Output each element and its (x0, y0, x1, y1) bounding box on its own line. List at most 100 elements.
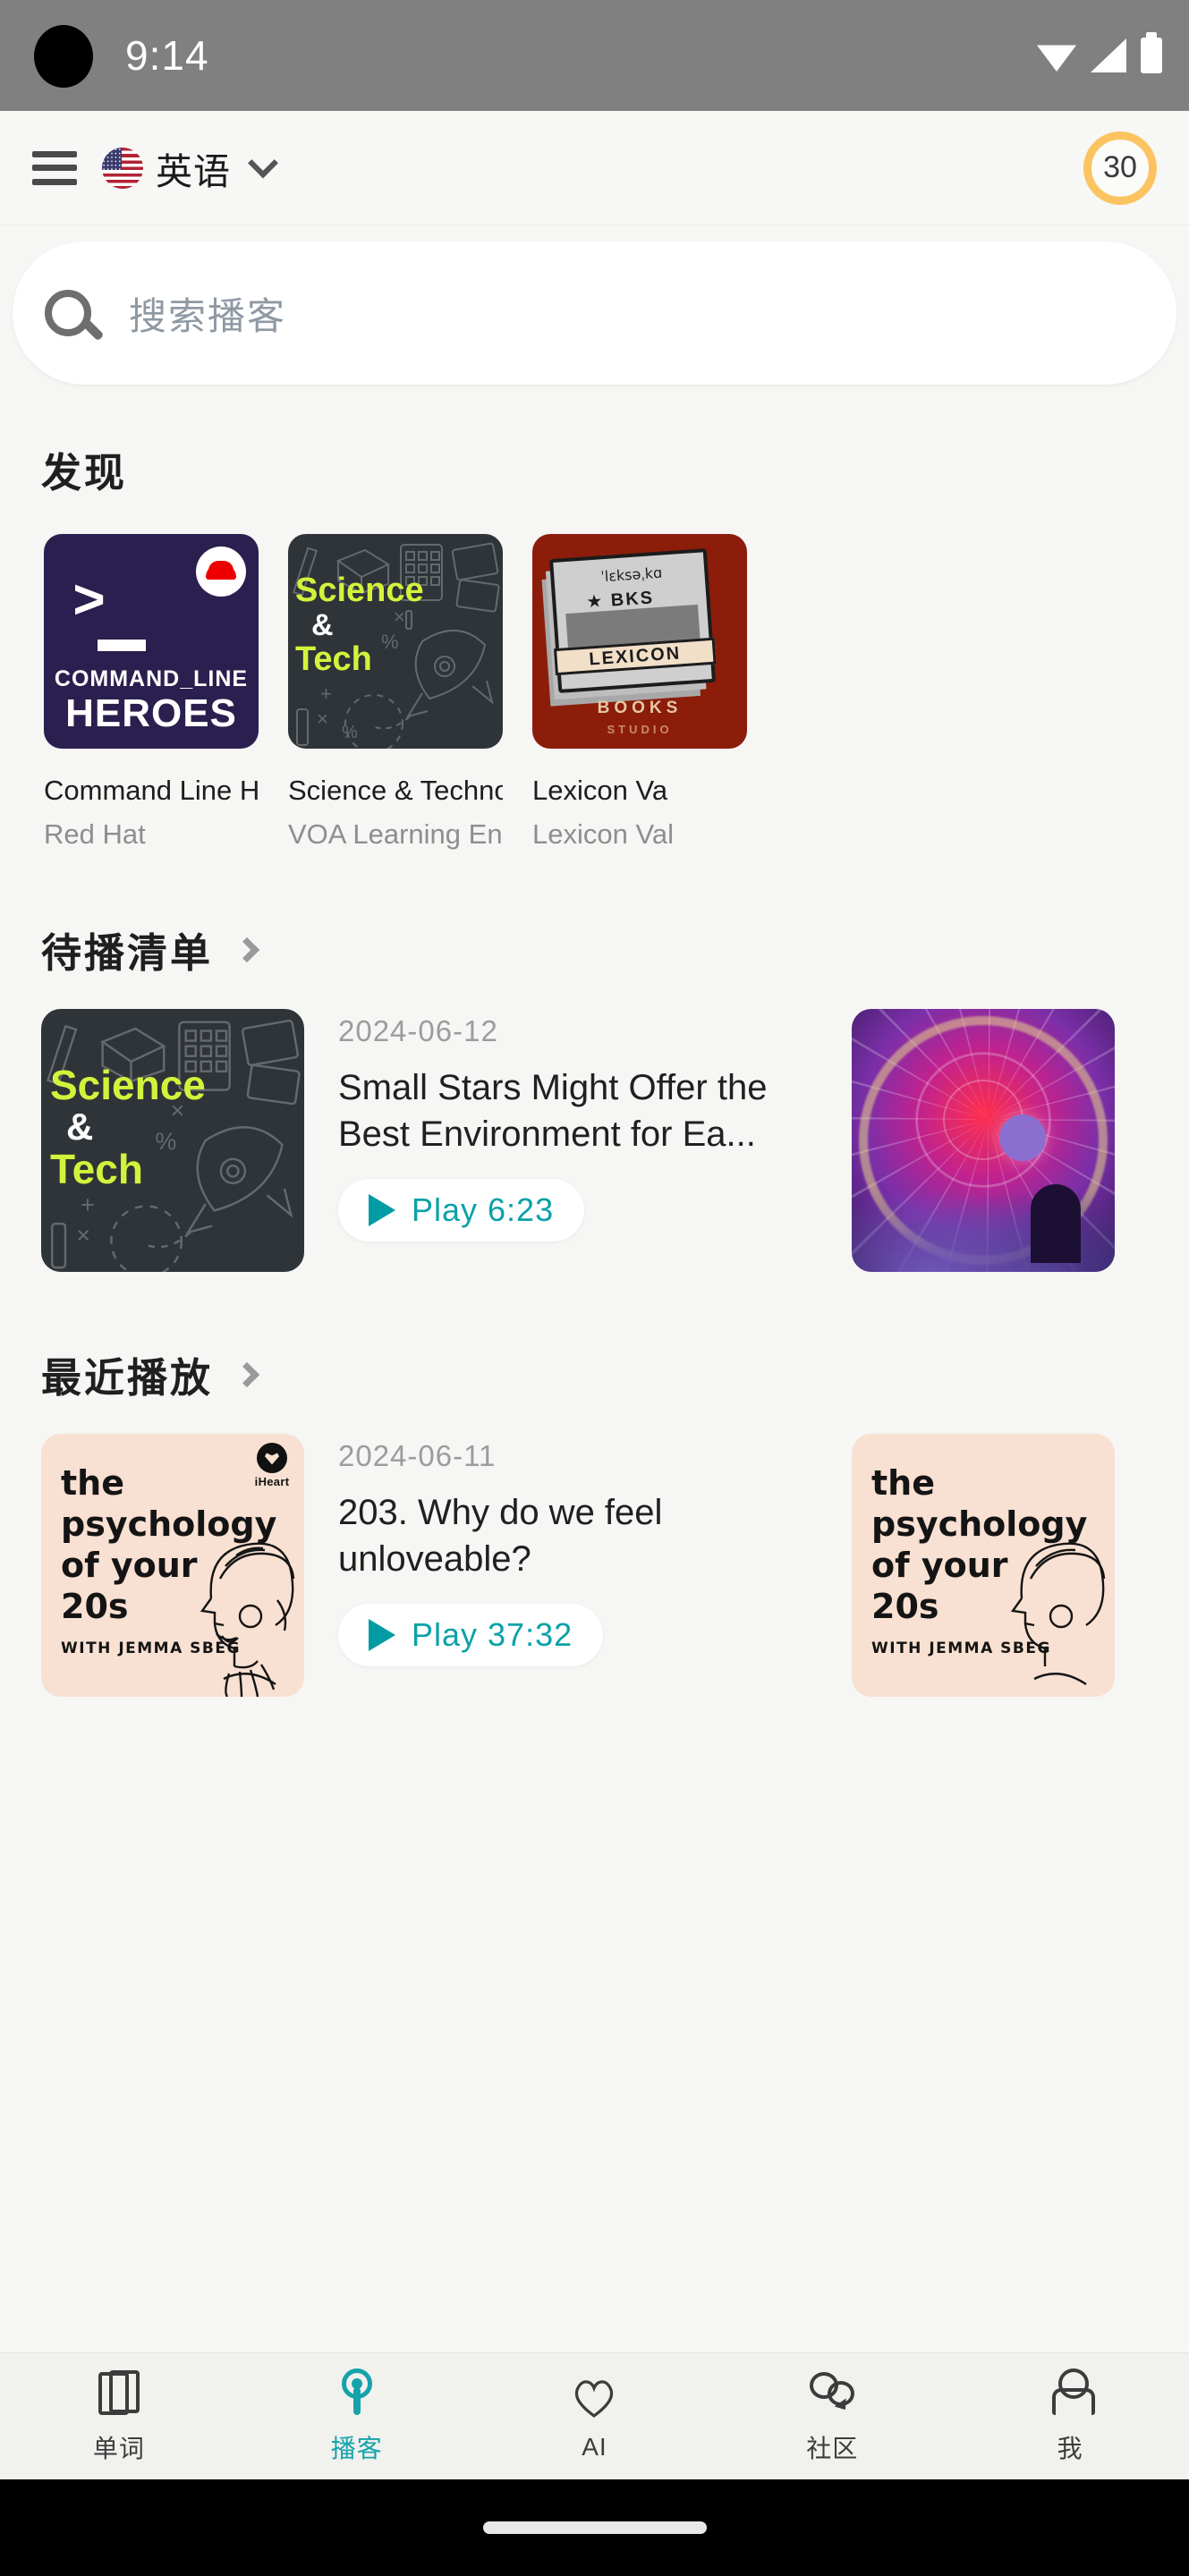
cursor-glyph (98, 640, 146, 651)
iheart-logo-icon: iHeart (251, 1443, 293, 1488)
app-root: 9:14 英语 30 搜索播客 发现 > COMMAND_LINE HEROES… (0, 0, 1189, 2576)
podcast-artwork-science-tech: × % + × % Science & Tech (288, 534, 503, 749)
play-button[interactable]: Play 6:23 (338, 1179, 585, 1242)
artwork-ipa: ˈlɛksəˌkɑ (599, 564, 663, 586)
nav-item-me[interactable]: 我 (951, 2368, 1189, 2465)
artwork-line-4: 20s (871, 1587, 939, 1627)
podcast-title: Command Line Her... (44, 775, 259, 806)
recent-title: 最近播放 (41, 1355, 214, 1402)
episode-artwork-spider-web (852, 1009, 1115, 1273)
system-gesture-area (0, 2479, 1189, 2576)
search-placeholder: 搜索播客 (129, 294, 287, 337)
episode-date: 2024-06-11 (338, 1439, 497, 1473)
nav-item-words[interactable]: 单词 (0, 2368, 238, 2465)
artwork-line-1: Science (50, 1062, 206, 1109)
gesture-handle[interactable] (482, 2521, 707, 2534)
episode-card[interactable]: iHeart the psychology of your 20s WITH J… (41, 1434, 821, 1698)
chevron-right-icon[interactable] (234, 936, 260, 963)
artwork-line-1: Science (295, 572, 424, 609)
book-stack-illustration: ˈlɛksəˌkɑ ★ BKS LEXICON (548, 548, 717, 693)
hamburger-menu-icon[interactable] (32, 150, 77, 185)
language-selector[interactable]: 英语 (102, 141, 278, 195)
red-hat-logo-icon (196, 547, 246, 597)
episode-artwork-psychology-20s: iHeart the psychology of your 20s WITH J… (41, 1434, 304, 1698)
recent-carousel[interactable]: iHeart the psychology of your 20s WITH J… (0, 1434, 1189, 1698)
episode-card[interactable] (852, 1009, 1115, 1273)
status-bar: 9:14 (0, 0, 1189, 111)
svg-text:×: × (76, 1223, 90, 1250)
svg-text:×: × (317, 708, 328, 730)
figure-silhouette (1031, 1184, 1081, 1264)
nav-label: 播客 (330, 2434, 383, 2462)
heart-icon (572, 2377, 616, 2419)
nav-item-community[interactable]: 社区 (713, 2368, 951, 2465)
episode-date: 2024-06-12 (338, 1014, 498, 1048)
artwork-line-4: 20s (61, 1587, 129, 1627)
person-icon (1050, 2368, 1096, 2415)
artwork-line-2: Tech (50, 1146, 143, 1193)
podcast-card[interactable]: × % + × % Science & Tech Science & Techn… (288, 534, 503, 851)
chat-icon (810, 2371, 855, 2415)
streak-badge[interactable]: 30 (1083, 131, 1157, 205)
episode-info: 2024-06-12 Small Stars Might Offer the B… (338, 1009, 821, 1272)
wifi-icon (1037, 39, 1076, 72)
status-icon-group (1037, 0, 1162, 111)
artwork-text: Science & Tech (50, 1064, 206, 1193)
episode-card[interactable]: × % + × Science & Tech 2024-06-12 Small … (41, 1009, 821, 1273)
iheart-label: iHeart (254, 1475, 290, 1489)
queue-carousel[interactable]: × % + × Science & Tech 2024-06-12 Small … (0, 1009, 1189, 1273)
podcast-icon (341, 2368, 372, 2415)
artwork-line-1: COMMAND_LINE (54, 666, 249, 691)
nav-label: 我 (1057, 2434, 1083, 2462)
camera-punch-hole (34, 25, 93, 88)
podcast-author: Red Hat (44, 818, 146, 851)
podcast-card[interactable]: > COMMAND_LINE HEROES Command Line Her..… (44, 534, 259, 851)
artwork-line-3: of your (61, 1546, 198, 1586)
face-illustration (1010, 1543, 1106, 1686)
episode-card[interactable]: the psychology of your 20s WITH JEMMA SB… (852, 1434, 1115, 1698)
artwork-ampersand: & (311, 607, 334, 642)
play-icon (369, 1619, 395, 1652)
artwork-line-2: HEROES (65, 691, 237, 735)
search-input[interactable]: 搜索播客 (13, 242, 1176, 385)
play-button[interactable]: Play 37:32 (338, 1604, 604, 1667)
artwork-line-1: the (871, 1463, 935, 1504)
recent-header[interactable]: 最近播放 (0, 1345, 1189, 1403)
episode-artwork-science-tech: × % + × Science & Tech (41, 1009, 304, 1273)
podcast-title: Science & Technol... (288, 775, 503, 806)
status-time: 9:14 (125, 32, 209, 79)
svg-text:+: + (81, 1191, 95, 1218)
prompt-glyph: > (72, 572, 106, 635)
podcast-card[interactable]: ˈlɛksəˌkɑ ★ BKS LEXICON BOOKS STUDIO Lex… (532, 534, 747, 851)
face-illustration (200, 1543, 295, 1698)
nav-item-ai[interactable]: AI (476, 2372, 714, 2462)
nav-label: AI (582, 2432, 607, 2461)
chevron-right-icon[interactable] (234, 1361, 260, 1388)
play-icon (369, 1194, 395, 1227)
podcast-artwork-lexicon-valley: ˈlɛksəˌkɑ ★ BKS LEXICON BOOKS STUDIO (532, 534, 747, 749)
podcast-author: Lexicon Val (532, 818, 674, 851)
queue-header[interactable]: 待播清单 (0, 920, 1189, 979)
search-icon (45, 290, 91, 336)
podcast-title: Lexicon Va (532, 775, 668, 806)
cards-icon (98, 2369, 140, 2415)
nav-label: 单词 (92, 2434, 145, 2462)
discover-carousel[interactable]: > COMMAND_LINE HEROES Command Line Her..… (0, 534, 1189, 851)
episode-title: Small Stars Might Offer the Best Environ… (338, 1068, 768, 1155)
play-label: Play 37:32 (412, 1616, 573, 1654)
bottom-navigation: 单词 播客 AI 社区 我 (0, 2352, 1189, 2479)
discover-title: 发现 (41, 450, 128, 496)
signal-icon (1091, 38, 1126, 72)
nav-item-podcast[interactable]: 播客 (238, 2368, 476, 2465)
us-flag-icon (102, 147, 143, 189)
artwork-line-1: the (61, 1463, 124, 1504)
streak-count: 30 (1103, 150, 1137, 184)
artwork-ampersand: & (66, 1106, 94, 1148)
play-label: Play 6:23 (412, 1191, 555, 1229)
episode-artwork-psychology-20s: the psychology of your 20s WITH JEMMA SB… (852, 1434, 1115, 1698)
artwork-studio: STUDIO (607, 723, 673, 736)
discover-header: 发现 (0, 440, 1189, 498)
battery-icon (1141, 32, 1162, 73)
artwork-text: Science & Tech (295, 573, 424, 677)
podcast-artwork-command-line-heroes: > COMMAND_LINE HEROES (44, 534, 259, 749)
